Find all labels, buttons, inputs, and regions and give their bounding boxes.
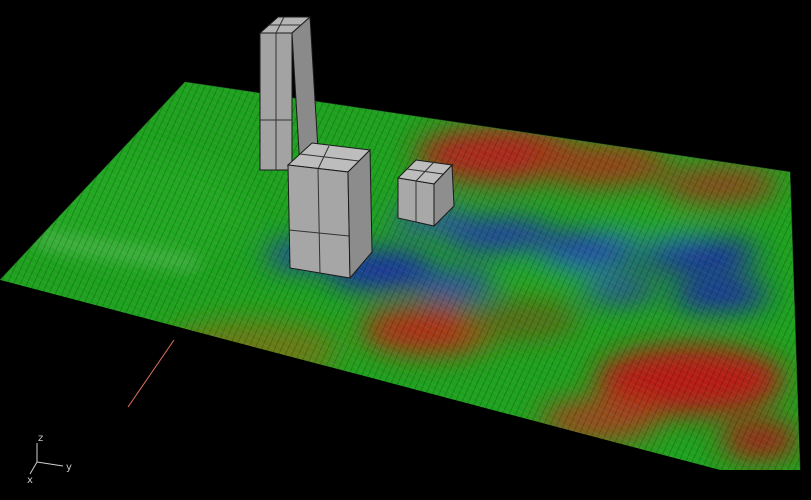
- 3d-viewport[interactable]: z y x: [0, 0, 811, 500]
- axis-label-y: y: [66, 462, 72, 473]
- probe-line: [127, 339, 175, 408]
- flow-field-scene[interactable]: z y x: [0, 0, 811, 500]
- axis-label-z: z: [38, 433, 43, 444]
- building-mid-tower[interactable]: [286, 142, 373, 280]
- velocity-field-surface: [0, 82, 800, 470]
- axes-triad: z y x: [27, 433, 72, 486]
- axis-label-x: x: [27, 475, 33, 486]
